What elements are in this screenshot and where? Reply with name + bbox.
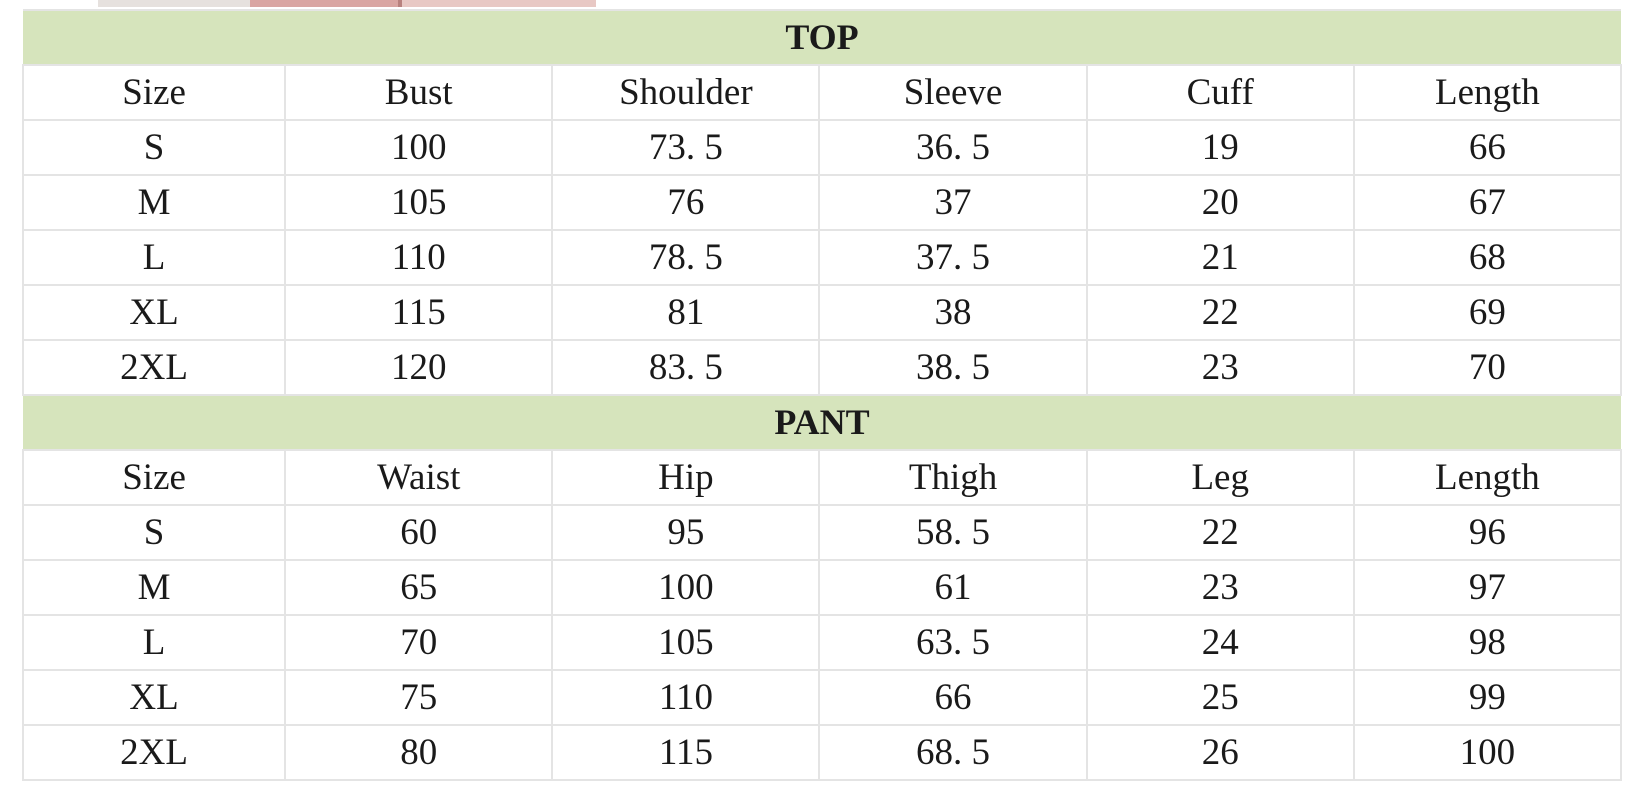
top-measurement-cell: 37. 5 — [818, 229, 1088, 286]
top-column-header: Sleeve — [818, 64, 1088, 121]
pant-measurement-cell: 22 — [1085, 504, 1355, 561]
top-measurement-cell: 120 — [284, 339, 554, 396]
pant-column-header-row: Size Waist Hip Thigh Leg Length — [21, 449, 1623, 506]
top-measurement-cell: 76 — [551, 174, 821, 231]
product-photo-left — [98, 0, 250, 7]
top-column-header: Bust — [284, 64, 554, 121]
product-photo-right — [402, 0, 596, 7]
pant-measurement-cell: 96 — [1352, 504, 1623, 561]
top-size-cell: S — [21, 119, 287, 176]
top-measurement-cell: 70 — [1352, 339, 1623, 396]
pant-column-header: Length — [1352, 449, 1623, 506]
pant-measurement-cell: 99 — [1352, 669, 1623, 726]
top-table-row: L 110 78. 5 37. 5 21 68 — [21, 229, 1623, 286]
top-table-row: XL 115 81 38 22 69 — [21, 284, 1623, 341]
pant-column-header: Size — [21, 449, 287, 506]
pant-measurement-cell: 80 — [284, 724, 554, 781]
pant-column-header: Thigh — [818, 449, 1088, 506]
top-column-header: Size — [21, 64, 287, 121]
top-column-header: Cuff — [1085, 64, 1355, 121]
top-measurement-cell: 68 — [1352, 229, 1623, 286]
pant-column-header: Hip — [551, 449, 821, 506]
pant-measurement-cell: 70 — [284, 614, 554, 671]
pant-measurement-cell: 66 — [818, 669, 1088, 726]
top-table-row: 2XL 120 83. 5 38. 5 23 70 — [21, 339, 1623, 396]
pant-size-cell: S — [21, 504, 287, 561]
top-measurement-cell: 37 — [818, 174, 1088, 231]
pant-measurement-cell: 63. 5 — [818, 614, 1088, 671]
top-measurement-cell: 69 — [1352, 284, 1623, 341]
top-size-cell: L — [21, 229, 287, 286]
pant-measurement-cell: 105 — [551, 614, 821, 671]
pant-table-row: 2XL 80 115 68. 5 26 100 — [21, 724, 1623, 781]
pant-table-row: XL 75 110 66 25 99 — [21, 669, 1623, 726]
pant-measurement-cell: 68. 5 — [818, 724, 1088, 781]
top-measurement-cell: 38 — [818, 284, 1088, 341]
pant-table-row: L 70 105 63. 5 24 98 — [21, 614, 1623, 671]
top-column-header: Shoulder — [551, 64, 821, 121]
top-table-row: S 100 73. 5 36. 5 19 66 — [21, 119, 1623, 176]
pant-measurement-cell: 97 — [1352, 559, 1623, 616]
pant-measurement-cell: 26 — [1085, 724, 1355, 781]
pant-size-cell: XL — [21, 669, 287, 726]
pant-measurement-cell: 95 — [551, 504, 821, 561]
pant-column-header: Waist — [284, 449, 554, 506]
top-measurement-cell: 115 — [284, 284, 554, 341]
top-column-header-row: Size Bust Shoulder Sleeve Cuff Length — [21, 64, 1623, 121]
pant-measurement-cell: 23 — [1085, 559, 1355, 616]
pant-measurement-cell: 98 — [1352, 614, 1623, 671]
top-measurement-cell: 66 — [1352, 119, 1623, 176]
pant-table-row: M 65 100 61 23 97 — [21, 559, 1623, 616]
pant-size-cell: M — [21, 559, 287, 616]
top-measurement-cell: 83. 5 — [551, 339, 821, 396]
pant-table-row: S 60 95 58. 5 22 96 — [21, 504, 1623, 561]
top-section-header: TOP — [23, 9, 1621, 66]
top-size-cell: M — [21, 174, 287, 231]
pant-measurement-cell: 65 — [284, 559, 554, 616]
product-photo-center — [250, 0, 400, 7]
top-measurement-cell: 36. 5 — [818, 119, 1088, 176]
pant-measurement-cell: 25 — [1085, 669, 1355, 726]
top-measurement-cell: 81 — [551, 284, 821, 341]
pant-measurement-cell: 24 — [1085, 614, 1355, 671]
pant-measurement-cell: 100 — [1352, 724, 1623, 781]
top-table-row: M 105 76 37 20 67 — [21, 174, 1623, 231]
top-measurement-cell: 22 — [1085, 284, 1355, 341]
top-measurement-cell: 21 — [1085, 229, 1355, 286]
top-measurement-cell: 105 — [284, 174, 554, 231]
pant-measurement-cell: 75 — [284, 669, 554, 726]
top-section-title: TOP — [23, 9, 1621, 66]
top-measurement-cell: 20 — [1085, 174, 1355, 231]
pant-section-header: PANT — [23, 394, 1621, 451]
pant-measurement-cell: 58. 5 — [818, 504, 1088, 561]
pant-size-cell: L — [21, 614, 287, 671]
top-measurement-cell: 38. 5 — [818, 339, 1088, 396]
pant-column-header: Leg — [1085, 449, 1355, 506]
size-chart-body: TOP Size Bust Shoulder Sleeve Cuff Length S 100 7… — [21, 9, 1623, 781]
top-measurement-cell: 19 — [1085, 119, 1355, 176]
top-column-header: Length — [1352, 64, 1623, 121]
top-measurement-cell: 100 — [284, 119, 554, 176]
top-measurement-cell: 110 — [284, 229, 554, 286]
top-measurement-cell: 78. 5 — [551, 229, 821, 286]
pant-measurement-cell: 100 — [551, 559, 821, 616]
pant-size-cell: 2XL — [21, 724, 287, 781]
pant-measurement-cell: 115 — [551, 724, 821, 781]
top-measurement-cell: 67 — [1352, 174, 1623, 231]
top-measurement-cell: 23 — [1085, 339, 1355, 396]
size-chart-table: TOP Size Bust Shoulder Sleeve Cuff Length S 100 7… — [21, 9, 1623, 781]
top-size-cell: XL — [21, 284, 287, 341]
top-measurement-cell: 73. 5 — [551, 119, 821, 176]
pant-measurement-cell: 110 — [551, 669, 821, 726]
pant-measurement-cell: 61 — [818, 559, 1088, 616]
pant-measurement-cell: 60 — [284, 504, 554, 561]
top-size-cell: 2XL — [21, 339, 287, 396]
pant-section-title: PANT — [23, 394, 1621, 451]
